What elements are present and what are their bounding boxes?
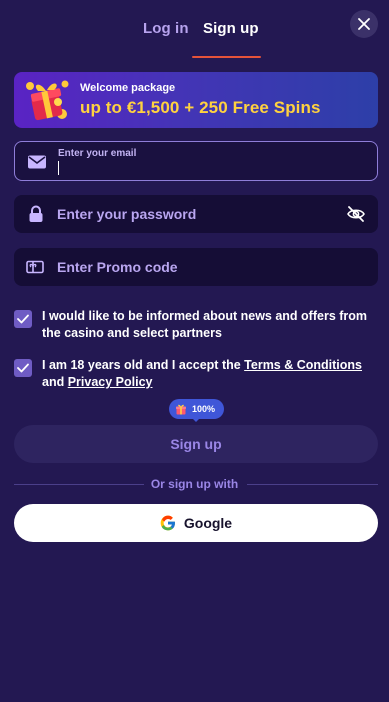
active-tab-indicator — [192, 56, 261, 58]
google-sign-in-button[interactable]: Google — [14, 504, 378, 542]
privacy-policy-link[interactable]: Privacy Policy — [68, 375, 153, 389]
gift-box-icon — [26, 80, 69, 121]
email-icon — [28, 155, 46, 169]
bonus-badge: 100% — [169, 399, 224, 419]
news-consent-label: I would like to be informed about news a… — [42, 309, 368, 340]
divider-right — [247, 484, 378, 485]
password-placeholder: Enter your password — [57, 206, 197, 222]
eye-off-icon[interactable] — [346, 204, 366, 224]
sign-up-button[interactable]: Sign up — [14, 425, 378, 463]
password-field[interactable]: Enter your password — [14, 195, 378, 233]
auth-tabs: Log in Sign up — [0, 0, 389, 58]
banner-subtitle: Welcome package — [80, 82, 176, 94]
close-button[interactable] — [350, 10, 378, 38]
age-consent-prefix: I am 18 years old and I accept the — [42, 358, 245, 372]
google-button-label: Google — [183, 515, 233, 531]
age-consent-checkbox[interactable] — [14, 359, 32, 377]
close-icon — [358, 18, 370, 30]
banner-offer: up to €1,500 + 250 Free Spins — [80, 98, 321, 117]
tab-sign-up[interactable]: Sign up — [203, 20, 259, 37]
promo-code-field[interactable]: Enter Promo code — [14, 248, 378, 286]
google-logo-icon — [160, 515, 175, 531]
terms-link[interactable]: Terms & Conditions — [244, 358, 362, 372]
lock-icon — [29, 205, 43, 222]
email-field-label: Enter your email — [58, 148, 137, 159]
gift-card-icon — [26, 260, 44, 274]
welcome-package-banner[interactable]: Welcome package up to €1,500 + 250 Free … — [14, 72, 378, 128]
tab-log-in[interactable]: Log in — [143, 20, 189, 37]
bonus-badge-text: 100% — [192, 404, 216, 414]
bonus-badge-pointer — [191, 417, 201, 422]
age-consent-label: I am 18 years old and I accept the Terms… — [42, 357, 378, 391]
email-field[interactable]: Enter your email — [14, 141, 378, 181]
promo-code-placeholder: Enter Promo code — [57, 259, 178, 275]
news-consent-checkbox[interactable] — [14, 310, 32, 328]
gift-icon — [176, 404, 186, 415]
checkmark-icon — [17, 363, 29, 373]
age-consent-and: and — [42, 375, 68, 389]
text-cursor — [58, 161, 59, 175]
checkmark-icon — [17, 314, 29, 324]
